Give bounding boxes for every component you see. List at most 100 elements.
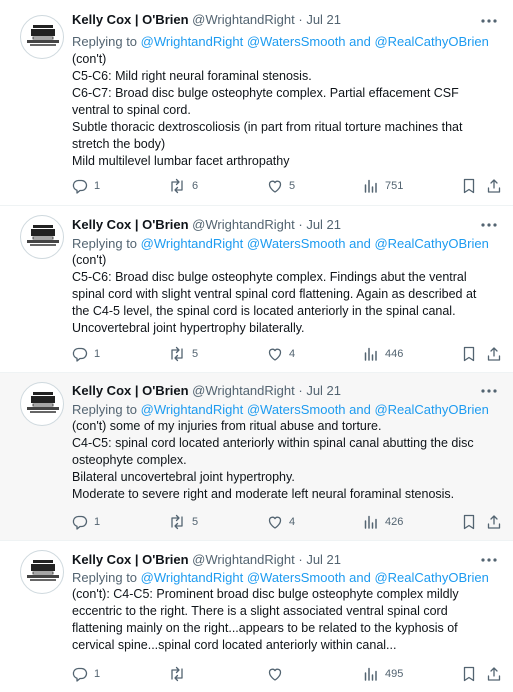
reply-icon: [72, 179, 88, 194]
author-handle[interactable]: @WrightandRight: [192, 552, 295, 567]
text-line: C5-C6: Mild right neural foraminal steno…: [72, 69, 312, 83]
mention-link[interactable]: @WatersSmooth: [247, 570, 346, 585]
author-handle[interactable]: @WrightandRight: [192, 12, 295, 27]
author-handle[interactable]: @WrightandRight: [192, 383, 295, 398]
text-line: spinal cord with slight ventral spinal c…: [72, 287, 477, 301]
more-options-icon[interactable]: [479, 218, 499, 232]
mention-link[interactable]: @WrightandRight: [141, 34, 244, 49]
separator-dot: ·: [298, 217, 303, 232]
avatar[interactable]: [20, 382, 64, 426]
tweet-actions: 1 495: [72, 665, 504, 683]
share-button[interactable]: [486, 665, 502, 683]
replying-and: and: [345, 236, 375, 251]
mention-link[interactable]: @WrightandRight: [141, 402, 244, 417]
replying-and: and: [345, 570, 375, 585]
tweet-actions: 1 5 4 426: [72, 513, 504, 531]
repost-icon: [171, 514, 183, 530]
share-button[interactable]: [486, 177, 502, 195]
like-count: 5: [289, 180, 296, 192]
reply-button[interactable]: 1: [72, 513, 100, 531]
share-button[interactable]: [486, 345, 502, 363]
reply-count: 1: [94, 348, 101, 360]
share-icon: [487, 347, 501, 361]
bookmark-button[interactable]: [461, 177, 477, 195]
mention-link[interactable]: @RealCathyOBrien: [374, 236, 488, 251]
like-button[interactable]: [267, 665, 289, 683]
bookmark-button[interactable]: [461, 513, 477, 531]
mention-link[interactable]: @WatersSmooth: [247, 236, 346, 251]
like-button[interactable]: 4: [267, 513, 295, 531]
author-name[interactable]: Kelly Cox | O'Brien: [72, 12, 189, 27]
mention-link[interactable]: @WrightandRight: [141, 570, 244, 585]
text-line: flattening mainly on the right...appears…: [72, 621, 458, 635]
author-name[interactable]: Kelly Cox | O'Brien: [72, 217, 189, 232]
author-name[interactable]: Kelly Cox | O'Brien: [72, 552, 189, 567]
replying-and: and: [345, 402, 375, 417]
views-count: 751: [385, 180, 404, 192]
tweet-date[interactable]: Jul 21: [306, 217, 341, 232]
repost-button[interactable]: 5: [168, 513, 198, 531]
like-count: 4: [289, 348, 296, 360]
replying-prefix: Replying to: [72, 570, 141, 585]
mention-link[interactable]: @WatersSmooth: [247, 34, 346, 49]
views-button[interactable]: 426: [363, 513, 403, 531]
views-button[interactable]: 751: [363, 177, 403, 195]
views-icon: [364, 515, 377, 529]
repost-button[interactable]: 5: [168, 345, 198, 363]
heart-icon: [268, 180, 282, 193]
replying-prefix: Replying to: [72, 402, 141, 417]
mention-link[interactable]: @RealCathyOBrien: [374, 570, 488, 585]
avatar[interactable]: [20, 15, 64, 59]
reply-button[interactable]: 1: [72, 665, 100, 683]
views-icon: [364, 179, 377, 193]
tweet-date[interactable]: Jul 21: [306, 383, 341, 398]
mention-link[interactable]: @WrightandRight: [141, 236, 244, 251]
tweet-date[interactable]: Jul 21: [306, 12, 341, 27]
views-count: 426: [385, 516, 404, 528]
bookmark-icon: [463, 346, 475, 362]
repost-icon: [171, 346, 183, 362]
text-line: C6-C7: Broad disc bulge osteophyte compl…: [72, 86, 459, 100]
views-button[interactable]: 495: [363, 665, 403, 683]
mention-link[interactable]: @RealCathyOBrien: [374, 34, 488, 49]
share-button[interactable]: [486, 513, 502, 531]
mention-link[interactable]: @WatersSmooth: [247, 402, 346, 417]
author-name[interactable]: Kelly Cox | O'Brien: [72, 383, 189, 398]
bookmark-button[interactable]: [461, 345, 477, 363]
mention-link[interactable]: @RealCathyOBrien: [374, 402, 488, 417]
separator-dot: ·: [298, 383, 303, 398]
text-line: Subtle thoracic dextroscoliosis (in part…: [72, 120, 463, 134]
reply-icon: [72, 667, 88, 682]
bookmark-icon: [463, 178, 475, 194]
text-line: Bilateral uncovertebral joint hypertroph…: [72, 470, 295, 484]
tweet-date[interactable]: Jul 21: [306, 552, 341, 567]
tweet[interactable]: Kelly Cox | O'Brien @WrightandRight · Ju…: [0, 0, 513, 206]
like-button[interactable]: 4: [267, 345, 295, 363]
bookmark-button[interactable]: [461, 665, 477, 683]
separator-dot: ·: [298, 12, 303, 27]
tweet[interactable]: Kelly Cox | O'Brien @WrightandRight · Ju…: [0, 373, 513, 541]
replying-and: and: [345, 34, 375, 49]
tweet[interactable]: Kelly Cox | O'Brien @WrightandRight · Ju…: [0, 541, 513, 692]
more-options-icon[interactable]: [479, 384, 499, 398]
views-button[interactable]: 446: [363, 345, 403, 363]
avatar[interactable]: [20, 215, 64, 259]
tweet[interactable]: Kelly Cox | O'Brien @WrightandRight · Ju…: [0, 206, 513, 373]
text-line: stretch the body): [72, 137, 166, 151]
text-line: ventral to spinal cord.: [72, 103, 191, 117]
more-options-icon[interactable]: [479, 553, 499, 567]
repost-button[interactable]: [168, 665, 192, 683]
more-options-icon[interactable]: [479, 14, 499, 28]
like-button[interactable]: 5: [267, 177, 295, 195]
text-line: Moderate to severe right and moderate le…: [72, 487, 455, 501]
tweet-actions: 1 5 4 446: [72, 345, 504, 363]
avatar[interactable]: [20, 550, 64, 594]
tweet-actions: 1 6 5 751: [72, 177, 504, 195]
repost-button[interactable]: 6: [168, 177, 198, 195]
reply-button[interactable]: 1: [72, 177, 100, 195]
reply-count: 1: [94, 516, 101, 528]
author-handle[interactable]: @WrightandRight: [192, 217, 295, 232]
text-line: C5-C6: Broad disc bulge osteophyte compl…: [72, 270, 467, 284]
text-line: Mild multilevel lumbar facet arthropathy: [72, 154, 290, 168]
reply-button[interactable]: 1: [72, 345, 100, 363]
